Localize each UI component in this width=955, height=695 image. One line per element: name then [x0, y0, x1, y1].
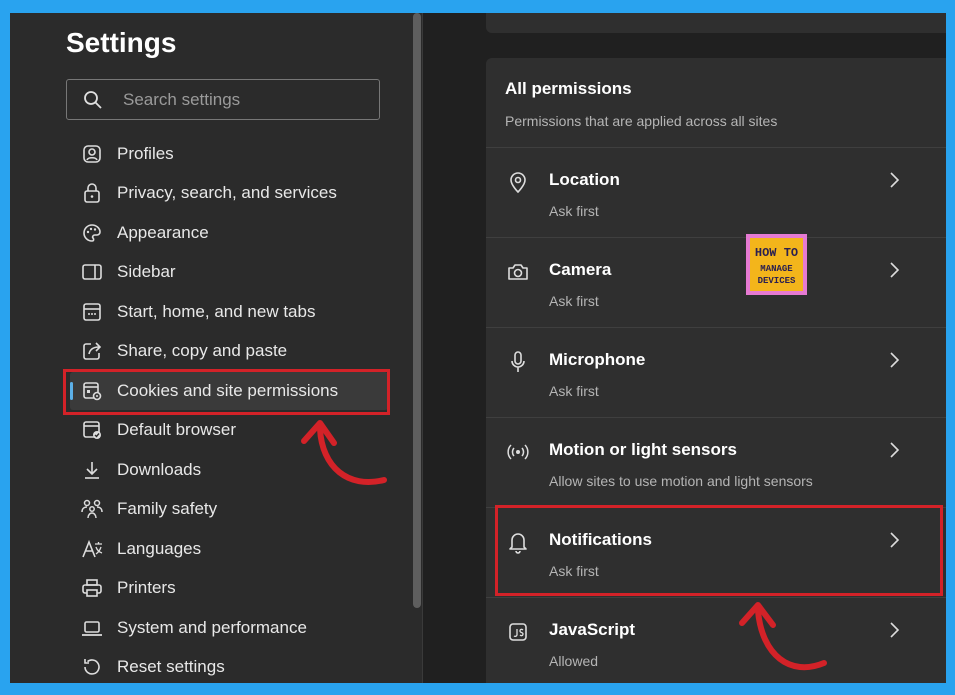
nav-item-printers[interactable]: Printers [70, 569, 388, 607]
nav-item-system-performance[interactable]: System and performance [70, 609, 388, 647]
settings-sidebar: Settings Profiles Privacy, search, and s… [10, 13, 422, 683]
nav-item-profiles[interactable]: Profiles [70, 135, 388, 173]
nav-item-reset-settings[interactable]: Reset settings [70, 648, 388, 683]
arrow-annotation-notifications [739, 602, 827, 671]
languages-icon [80, 537, 104, 561]
arrow-annotation-cookies [301, 420, 387, 485]
nav-label: Appearance [117, 223, 209, 242]
nav-item-appearance[interactable]: Appearance [70, 214, 388, 252]
permission-subtitle: Ask first [549, 293, 599, 309]
search-icon [84, 91, 102, 109]
location-pin-icon [504, 168, 532, 196]
sensor-icon [504, 438, 532, 466]
settings-window: Settings Profiles Privacy, search, and s… [10, 13, 946, 683]
permission-title: Location [549, 170, 620, 189]
palette-icon [80, 221, 104, 245]
permission-location[interactable]: Location Ask first [486, 147, 946, 237]
nav-label: Languages [117, 539, 202, 558]
chevron-right-icon [890, 262, 900, 278]
permission-subtitle: Ask first [549, 383, 599, 399]
logo-line-1: HOW TO [754, 246, 799, 260]
download-icon [80, 458, 104, 482]
nav-item-languages[interactable]: Languages [70, 530, 388, 568]
javascript-icon [504, 618, 532, 646]
camera-icon [504, 258, 532, 286]
page-title: Settings [66, 27, 177, 58]
sidebar-icon [80, 260, 104, 284]
nav-label: Sidebar [117, 262, 176, 281]
nav-item-family-safety[interactable]: Family safety [70, 490, 388, 528]
reset-icon [80, 655, 104, 679]
section-heading: All permissions [505, 79, 632, 98]
previous-card [486, 13, 946, 33]
watermark-logo: HOW TO MANAGE DEVICES [746, 234, 807, 295]
laptop-icon [80, 616, 104, 640]
permission-microphone[interactable]: Microphone Ask first [486, 327, 946, 417]
nav-item-sidebar[interactable]: Sidebar [70, 253, 388, 291]
permission-motion-sensors[interactable]: Motion or light sensors Allow sites to u… [486, 417, 946, 507]
highlight-box-cookies [63, 369, 390, 415]
sidebar-scrollbar[interactable] [413, 13, 421, 608]
permission-title: Camera [549, 260, 612, 279]
nav-label: Family safety [117, 499, 218, 518]
search-box[interactable] [66, 79, 380, 120]
nav-label: Downloads [117, 460, 202, 479]
lock-icon [80, 181, 104, 205]
chevron-right-icon [890, 622, 900, 638]
profile-icon [80, 142, 104, 166]
nav-label: System and performance [117, 618, 307, 637]
nav-label: Privacy, search, and services [117, 183, 337, 202]
default-browser-icon [80, 418, 104, 442]
permission-title: JavaScript [549, 620, 635, 639]
printer-icon [80, 576, 104, 600]
nav-label: Profiles [117, 144, 174, 163]
permission-javascript[interactable]: JavaScript Allowed [486, 597, 946, 683]
nav-item-start-home[interactable]: Start, home, and new tabs [70, 293, 388, 331]
nav-label: Printers [117, 578, 176, 597]
section-subheading: Permissions that are applied across all … [505, 113, 778, 129]
nav-label: Reset settings [117, 657, 225, 676]
permission-title: Motion or light sensors [549, 440, 737, 459]
permission-subtitle: Allow sites to use motion and light sens… [549, 473, 813, 489]
search-input[interactable] [123, 80, 363, 119]
permission-title: Microphone [549, 350, 646, 369]
permission-subtitle: Ask first [549, 203, 599, 219]
chevron-right-icon [890, 352, 900, 368]
share-icon [80, 339, 104, 363]
nav-label: Default browser [117, 420, 237, 439]
permission-camera[interactable]: Camera Ask first [486, 237, 946, 327]
home-tabs-icon [80, 300, 104, 324]
family-icon [80, 497, 104, 521]
permission-subtitle: Allowed [549, 653, 599, 669]
logo-line-2: MANAGE [760, 264, 793, 274]
chevron-right-icon [890, 442, 900, 458]
logo-line-3: DEVICES [757, 276, 796, 286]
microphone-icon [504, 348, 532, 376]
nav-item-privacy[interactable]: Privacy, search, and services [70, 174, 388, 212]
nav-label: Share, copy and paste [117, 341, 288, 360]
nav-label: Start, home, and new tabs [117, 302, 316, 321]
highlight-box-notifications [495, 505, 943, 596]
nav-item-share[interactable]: Share, copy and paste [70, 332, 388, 370]
chevron-right-icon [890, 172, 900, 188]
